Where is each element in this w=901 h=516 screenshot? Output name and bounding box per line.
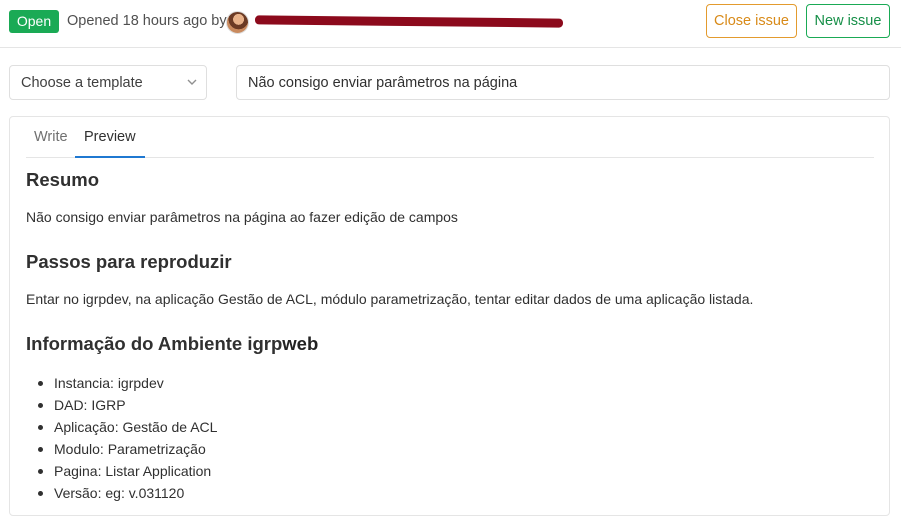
heading-ambiente-text: Informação do Ambiente igrp	[26, 333, 283, 354]
status-badge: Open	[9, 10, 59, 33]
paragraph-resumo: Não consigo enviar parâmetros na página …	[26, 209, 458, 225]
environment-list: Instancia: igrpdev DAD: IGRP Aplicação: …	[26, 372, 217, 504]
tab-write[interactable]: Write	[34, 129, 68, 156]
list-item: Modulo: Parametrização	[26, 438, 217, 460]
list-item: Versão: eg: v.031120	[26, 482, 217, 504]
heading-ambiente-bold: web	[282, 333, 319, 354]
template-select[interactable]: Choose a template	[9, 65, 207, 100]
chevron-down-icon	[187, 79, 197, 85]
issue-header: Open Opened 18 hours ago by Close issue …	[0, 0, 901, 48]
close-issue-button[interactable]: Close issue	[706, 4, 797, 38]
author-name-redacted[interactable]	[254, 15, 564, 28]
heading-ambiente: Informação do Ambiente igrpweb	[26, 333, 318, 355]
new-issue-button[interactable]: New issue	[806, 4, 890, 38]
editor-tabs: Write Preview	[26, 117, 874, 158]
opened-meta-text: Opened 18 hours ago by	[67, 13, 227, 29]
author-avatar[interactable]	[226, 11, 249, 34]
heading-resumo: Resumo	[26, 169, 99, 190]
template-select-label: Choose a template	[21, 75, 143, 91]
description-editor: Write Preview Resumo Não consigo enviar …	[9, 116, 890, 516]
list-item: DAD: IGRP	[26, 394, 217, 416]
tab-preview[interactable]: Preview	[75, 129, 145, 158]
list-item: Instancia: igrpdev	[26, 372, 217, 394]
list-item: Pagina: Listar Application	[26, 460, 217, 482]
issue-title-input[interactable]	[236, 65, 890, 100]
list-item: Aplicação: Gestão de ACL	[26, 416, 217, 438]
paragraph-passos: Entar no igrpdev, na aplicação Gestão de…	[26, 291, 754, 307]
heading-passos: Passos para reproduzir	[26, 251, 232, 272]
